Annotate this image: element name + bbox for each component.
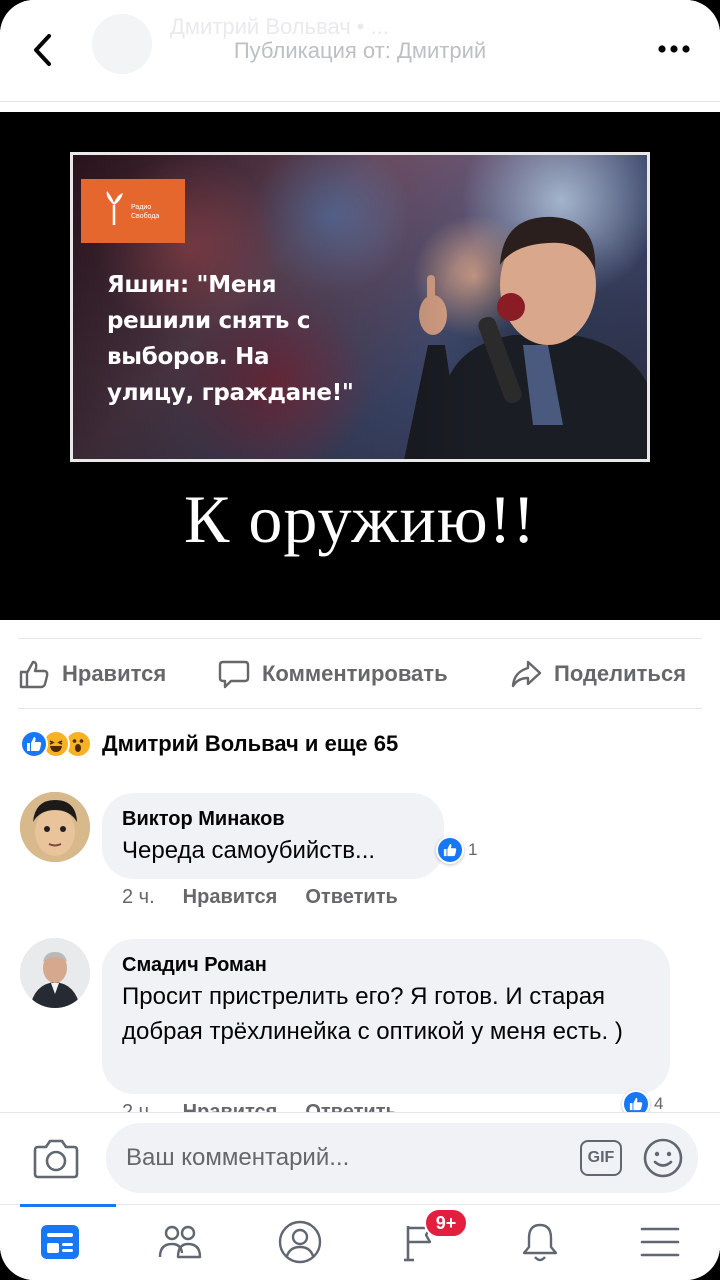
quote-text: Яшин: "Меня решили снять с выборов. На у… [107,272,354,406]
divider [18,638,702,639]
divider [18,708,702,709]
camera-icon [33,1139,79,1179]
avatar[interactable] [20,938,90,1008]
comment-author[interactable]: Смадич Роман [122,951,650,979]
like-badge-icon [436,836,464,864]
bottom-tab-bar [0,1204,720,1280]
like-button[interactable]: Нравится [18,654,166,694]
more-dots-icon [658,45,690,53]
comment-like-link[interactable]: Нравится [183,886,278,909]
demotivator-photo: Радио Свобода Яшин: "Меня решили снять с… [70,152,650,462]
faded-author-text: Дмитрий Вольвач • ... [170,14,389,39]
groups-icon [158,1225,202,1259]
post-actions: Нравится Комментировать Поделиться [0,640,720,708]
like-count: 1 [468,840,478,859]
logo-mark-icon [106,191,123,225]
post-image[interactable]: Радио Свобода Яшин: "Меня решили снять с… [0,112,720,620]
reactions-summary[interactable]: Дмитрий Вольвач и еще 65 [20,727,398,761]
comment-bubble[interactable]: Виктор Минаков Череда самоубийств... [102,793,444,879]
avatar[interactable] [20,792,90,862]
notifications-icon [522,1223,558,1262]
emoji-button[interactable] [642,1137,684,1179]
comment-text: Просит пристрелить его? Я готов. И стара… [122,983,623,1045]
screen: Дмитрий Вольвач • ... Публикация от: Дми… [0,0,720,1280]
gif-button[interactable]: GIF [580,1140,622,1176]
camera-button[interactable] [32,1137,80,1181]
news-feed-icon [41,1225,79,1259]
like-label: Нравится [62,661,167,686]
comment-reply-link[interactable]: Ответить [305,886,397,909]
comment-bubble-icon [218,660,250,689]
share-button[interactable]: Поделиться [510,654,686,694]
share-arrow-icon [511,660,542,688]
comment-button[interactable]: Комментировать [218,654,448,694]
reactions-text: Дмитрий Вольвач и еще 65 [102,731,399,756]
logo-text: Радио Свобода [131,204,160,220]
top-header: Дмитрий Вольвач • ... Публикация от: Дми… [0,0,720,102]
gif-label: GIF [587,1149,615,1166]
more-options-button[interactable] [654,34,694,64]
tab-menu[interactable] [630,1219,690,1265]
tab-groups[interactable] [150,1219,210,1265]
page-title: Публикация от: Дмитрий [233,38,487,63]
like-count: 4 [654,1094,664,1113]
share-label: Поделиться [554,661,687,686]
tab-profile[interactable] [270,1219,330,1265]
demotivator-caption: К оружию!! [183,481,537,557]
notification-badge: 9+ [424,1208,468,1238]
thumbs-up-icon [19,660,49,689]
comment-text: Череда самоубийств... [122,837,376,864]
comment-label: Комментировать [262,661,448,686]
comment-like-count[interactable]: 1 [436,836,477,864]
smiley-icon [643,1138,683,1178]
comment-composer: GIF [0,1112,720,1204]
comment-author[interactable]: Виктор Минаков [122,805,424,833]
comment-bubble[interactable]: Смадич Роман Просит пристрелить его? Я г… [102,939,670,1094]
like-reaction-icon [20,730,48,758]
comment-meta: 2 ч. Нравится Ответить [122,886,426,909]
tab-news-feed[interactable] [30,1219,90,1265]
profile-icon [278,1220,322,1264]
menu-icon [640,1227,680,1257]
tab-notifications[interactable] [510,1219,570,1265]
radio-svoboda-logo: Радио Свобода [81,179,185,243]
active-tab-indicator [20,1204,116,1207]
comment-time: 2 ч. [122,886,155,908]
